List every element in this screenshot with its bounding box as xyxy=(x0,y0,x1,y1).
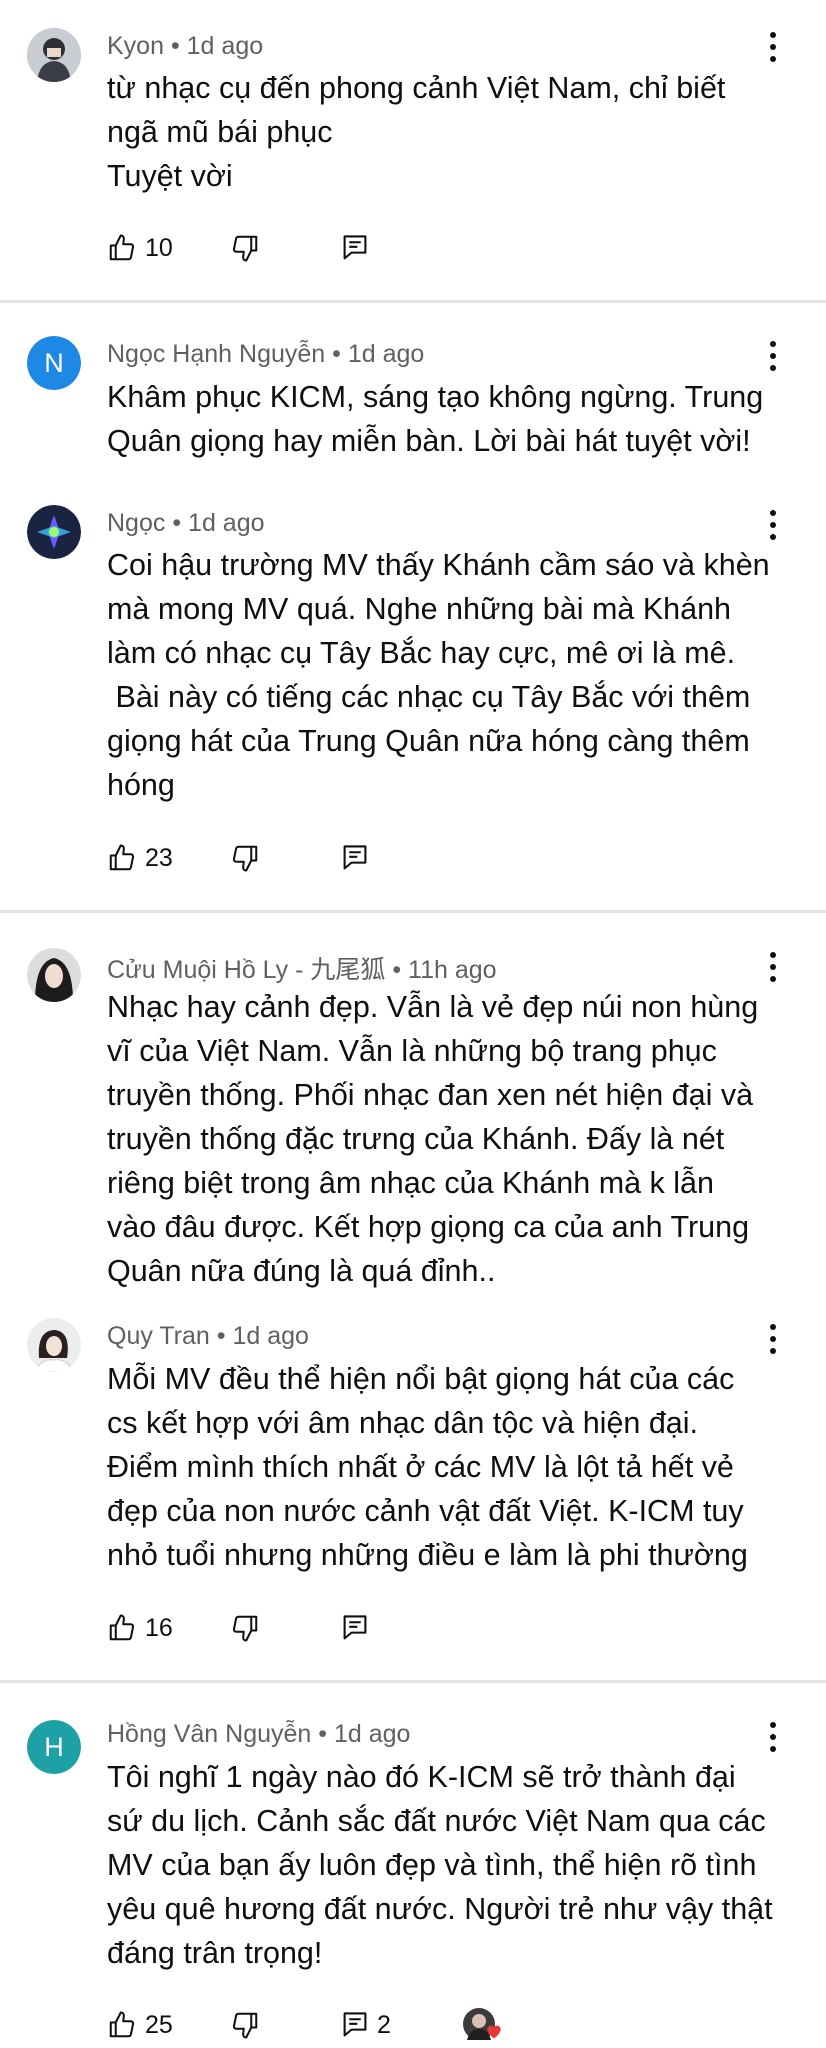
comment-meta: Cửu Muội Hồ Ly - 九尾狐 • 11h ago xyxy=(107,950,497,986)
like-count: 16 xyxy=(145,1613,173,1642)
like-button[interactable]: 10 xyxy=(107,230,173,266)
comment-text: Tôi nghĩ 1 ngày nào đó K-ICM sẽ trở thàn… xyxy=(107,1760,773,1970)
reply-button[interactable] xyxy=(341,230,369,266)
reply-button[interactable]: 2 xyxy=(341,2007,391,2043)
separator-dot: • xyxy=(318,1720,328,1748)
avatar[interactable] xyxy=(27,28,81,82)
comment-time: 1d ago xyxy=(333,1720,411,1748)
dislike-button[interactable] xyxy=(230,2007,260,2043)
like-count: 10 xyxy=(145,233,173,262)
avatar[interactable]: N xyxy=(27,336,81,390)
more-vert-icon[interactable] xyxy=(758,1322,788,1356)
separator-dot: • xyxy=(392,956,402,984)
more-vert-icon[interactable] xyxy=(758,1720,788,1754)
reply-icon xyxy=(341,1613,369,1643)
thumb-down-icon xyxy=(230,1613,260,1643)
like-count: 25 xyxy=(145,2010,173,2039)
reply-button[interactable] xyxy=(341,1610,369,1646)
like-count: 23 xyxy=(145,843,173,872)
comment-text: Coi hậu trường MV thấy Khánh cầm sáo và … xyxy=(107,548,770,802)
reply-icon xyxy=(341,843,369,873)
dislike-button[interactable] xyxy=(230,1610,260,1646)
like-button[interactable]: 16 xyxy=(107,1610,173,1646)
comment-meta: Quy Tran • 1d ago xyxy=(107,1322,309,1351)
comment-time: 1d ago xyxy=(347,340,425,368)
author-name[interactable]: Cửu Muội Hồ Ly - 九尾狐 xyxy=(107,956,385,984)
author-name[interactable]: Ngọc Hạnh Nguyễn xyxy=(107,340,325,368)
reply-icon xyxy=(341,233,369,263)
avatar[interactable] xyxy=(27,948,81,1002)
author-name[interactable]: Kyon xyxy=(107,32,164,60)
reply-count: 2 xyxy=(377,2010,391,2039)
comment-text: Khâm phục KICM, sáng tạo không ngừng. Tr… xyxy=(107,380,764,458)
avatar[interactable] xyxy=(27,505,81,559)
comment-meta: Ngọc • 1d ago xyxy=(107,509,265,538)
dislike-button[interactable] xyxy=(230,230,260,266)
thumb-up-icon xyxy=(107,843,137,873)
like-button[interactable]: 25 xyxy=(107,2007,173,2043)
comment-meta: Ngọc Hạnh Nguyễn • 1d ago xyxy=(107,340,424,369)
avatar[interactable]: H xyxy=(27,1720,81,1774)
thumb-down-icon xyxy=(230,2010,260,2040)
comment-time: 1d ago xyxy=(186,32,264,60)
avatar-letter: N xyxy=(44,347,64,378)
more-vert-icon[interactable] xyxy=(758,950,788,984)
creator-heart xyxy=(462,2007,502,2043)
comment-text: Nhạc hay cảnh đẹp. Vẫn là vẻ đẹp núi non… xyxy=(107,990,759,1288)
like-button[interactable]: 23 xyxy=(107,840,173,876)
thumb-up-icon xyxy=(107,233,137,263)
comment-text: từ nhạc cụ đến phong cảnh Việt Nam, chỉ … xyxy=(107,71,726,193)
comment-meta: Kyon • 1d ago xyxy=(107,32,263,61)
thread-divider xyxy=(0,1680,826,1683)
author-name[interactable]: Hồng Vân Nguyễn xyxy=(107,1720,311,1748)
author-name[interactable]: Quy Tran xyxy=(107,1322,210,1350)
thread-divider xyxy=(0,300,826,303)
separator-dot: • xyxy=(172,509,182,537)
author-name[interactable]: Ngọc xyxy=(107,509,165,537)
separator-dot: • xyxy=(170,32,180,60)
dislike-button[interactable] xyxy=(230,840,260,876)
comment-time: 1d ago xyxy=(232,1322,309,1350)
avatar-letter: H xyxy=(44,1731,64,1762)
thumb-up-icon xyxy=(107,1613,137,1643)
thumb-down-icon xyxy=(230,233,260,263)
separator-dot: • xyxy=(216,1322,226,1350)
comment-time: 1d ago xyxy=(188,509,265,537)
more-vert-icon[interactable] xyxy=(758,508,788,542)
reply-button[interactable] xyxy=(341,840,369,876)
comment-text: Mỗi MV đều thể hiện nổi bật giọng hát củ… xyxy=(107,1362,748,1572)
comment-time: 11h ago xyxy=(408,956,497,984)
thumb-up-icon xyxy=(107,2010,137,2040)
separator-dot: • xyxy=(332,340,341,368)
thread-divider xyxy=(0,910,826,913)
more-vert-icon[interactable] xyxy=(758,339,788,373)
comment-meta: Hồng Vân Nguyễn • 1d ago xyxy=(107,1720,410,1749)
reply-icon xyxy=(341,2010,369,2040)
thumb-down-icon xyxy=(230,843,260,873)
more-vert-icon[interactable] xyxy=(758,30,788,64)
creator-heart-icon xyxy=(484,2021,504,2041)
avatar[interactable] xyxy=(27,1318,81,1372)
